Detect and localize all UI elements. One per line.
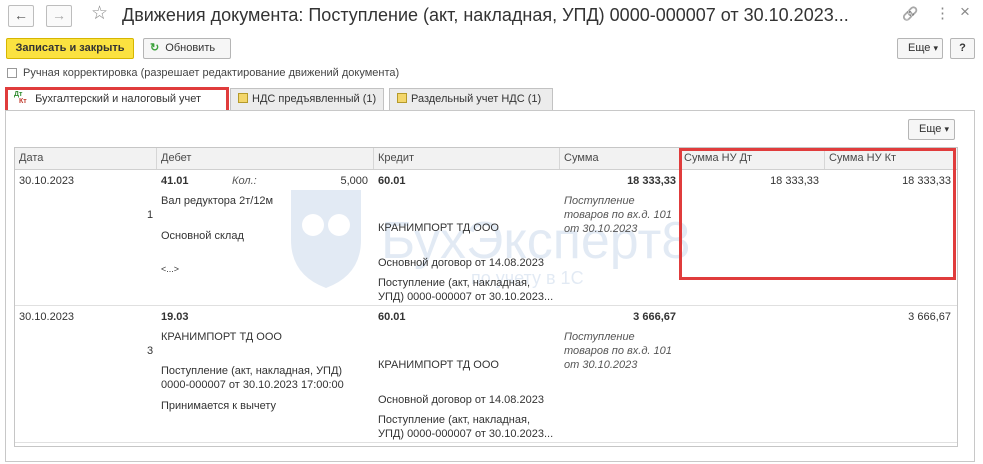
refresh-icon: ↻: [150, 42, 160, 54]
entries-table[interactable]: БухЭксперт8 по учету в 1С Дата Дебет Кре…: [14, 147, 958, 447]
qty-value: 5,000: [340, 175, 368, 187]
arrow-left-icon: ←: [14, 7, 28, 23]
row-divider: [15, 305, 957, 306]
panel-more-label: Еще: [919, 123, 942, 135]
credit-subconto-3b: УПД) 0000-000007 от 30.10.2023...: [378, 428, 554, 440]
credit-subconto-3a: Поступление (акт, накладная,: [378, 277, 531, 289]
sum-value: 18 333,33: [627, 175, 676, 187]
close-icon[interactable]: ×: [960, 2, 970, 22]
debit-subconto-2: Основной склад: [161, 230, 244, 242]
col-debit[interactable]: Дебет: [157, 148, 374, 169]
col-credit[interactable]: Кредит: [374, 148, 560, 169]
content-2: товаров по вх.д. 101: [564, 345, 672, 357]
content-3: от 30.10.2023: [564, 223, 638, 235]
debit-account: 19.03: [161, 311, 189, 323]
col-sum-nu-dt[interactable]: Сумма НУ Дт: [680, 148, 825, 169]
register-icon: [397, 93, 407, 103]
sum-nu-dt-value: 18 333,33: [770, 175, 819, 187]
window-title: Движения документа: Поступление (акт, на…: [122, 5, 849, 25]
tab-separate-vat-label: Раздельный учет НДС (1): [411, 93, 542, 105]
debit-subconto-2a: Поступление (акт, накладная, УПД): [161, 365, 343, 377]
tab-accounting-label: Бухгалтерский и налоговый учет: [35, 93, 202, 105]
register-icon: [238, 93, 248, 103]
col-sum[interactable]: Сумма: [560, 148, 680, 169]
more-label: Еще: [908, 42, 931, 54]
save-close-button[interactable]: Записать и закрыть: [6, 38, 134, 59]
qty-label: Кол.:: [232, 175, 257, 187]
tab-accounting[interactable]: Дт Кт Бухгалтерский и налоговый учет: [7, 88, 228, 110]
chevron-down-icon: ▾: [944, 124, 949, 134]
credit-account: 60.01: [378, 311, 406, 323]
link-icon[interactable]: 🔗: [902, 6, 918, 22]
credit-subconto-1: КРАНИМПОРТ ТД ООО: [378, 222, 499, 234]
content-1: Поступление: [564, 195, 635, 207]
star-icon[interactable]: ☆: [91, 2, 108, 25]
credit-account: 60.01: [378, 175, 406, 187]
debit-subconto-2b: 0000-000007 от 30.10.2023 17:00:00: [161, 379, 344, 391]
col-sum-nu-kt[interactable]: Сумма НУ Кт: [825, 148, 957, 169]
forward-button[interactable]: →: [46, 5, 72, 27]
refresh-button[interactable]: ↻ Обновить: [143, 38, 231, 59]
more-vertical-icon[interactable]: ⋮: [935, 4, 950, 22]
back-button[interactable]: ←: [8, 5, 34, 27]
panel-more-button[interactable]: Еще ▾: [908, 119, 955, 140]
table-header: Дата Дебет Кредит Сумма Сумма НУ Дт Сумм…: [15, 148, 957, 170]
row-number: 1: [147, 209, 154, 221]
manual-edit-label: Ручная корректировка (разрешает редактир…: [23, 67, 400, 79]
manual-edit-checkbox[interactable]: [7, 68, 17, 78]
content-1: Поступление: [564, 331, 635, 343]
help-button[interactable]: ?: [950, 38, 975, 59]
refresh-label: Обновить: [165, 42, 216, 54]
debit-account: 41.01: [161, 175, 189, 187]
arrow-right-icon: →: [52, 7, 66, 23]
credit-subconto-1: КРАНИМПОРТ ТД ООО: [378, 359, 499, 371]
row-date: 30.10.2023: [19, 311, 75, 323]
sum-nu-kt-value: 18 333,33: [902, 175, 951, 187]
tab-separate-vat[interactable]: Раздельный учет НДС (1): [389, 88, 553, 110]
col-date[interactable]: Дата: [15, 148, 157, 169]
row-divider: [15, 442, 957, 443]
credit-subconto-3a: Поступление (акт, накладная,: [378, 414, 531, 426]
credit-subconto-2: Основной договор от 14.08.2023: [378, 394, 544, 406]
tab-vat-presented[interactable]: НДС предъявленный (1): [230, 88, 384, 110]
row-number: 3: [147, 345, 154, 357]
debit-subconto-3: <...>: [161, 264, 180, 274]
sum-nu-kt-value: 3 666,67: [908, 311, 951, 323]
tab-vat-presented-label: НДС предъявленный (1): [252, 93, 377, 105]
credit-subconto-3b: УПД) 0000-000007 от 30.10.2023...: [378, 291, 554, 303]
debit-subconto-1: Вал редуктора 2т/12м: [161, 195, 274, 207]
chevron-down-icon: ▾: [933, 43, 938, 53]
credit-subconto-2: Основной договор от 14.08.2023: [378, 257, 544, 269]
more-button[interactable]: Еще ▾: [897, 38, 943, 59]
content-2: товаров по вх.д. 101: [564, 209, 672, 221]
content-3: от 30.10.2023: [564, 359, 638, 371]
sum-value: 3 666,67: [633, 311, 676, 323]
watermark-logo: БухЭксперт8 по учету в 1С: [291, 190, 690, 288]
debit-subconto-1: КРАНИМПОРТ ТД ООО: [161, 331, 282, 343]
debit-subconto-3: Принимается к вычету: [161, 400, 277, 412]
row-date: 30.10.2023: [19, 175, 75, 187]
dt-kt-icon: Дт Кт: [14, 91, 27, 105]
